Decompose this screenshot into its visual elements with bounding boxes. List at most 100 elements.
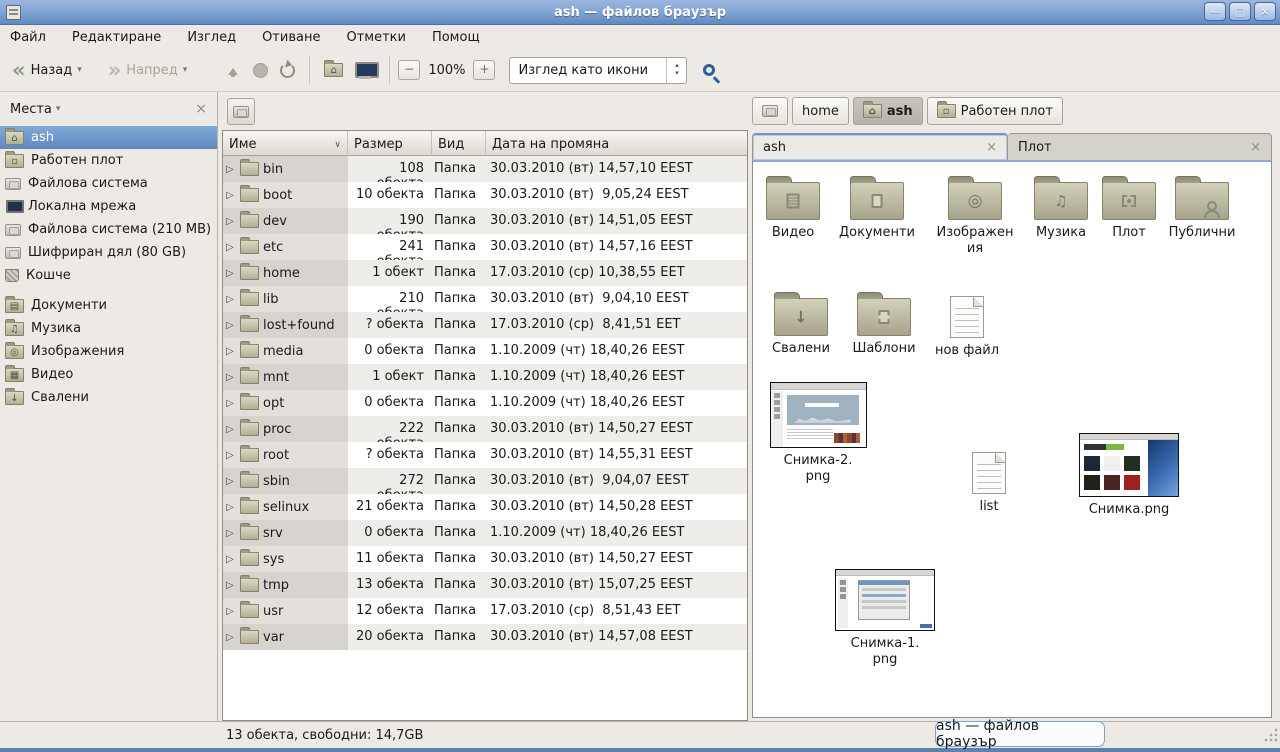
table-row[interactable]: ▷home 1 обект Папка 17.03.2010 (ср) 10,3… <box>223 260 747 286</box>
computer-button[interactable] <box>349 58 381 83</box>
menu-help[interactable]: Помощ <box>432 28 492 47</box>
forward-button[interactable]: » Напред ▾ <box>102 57 194 83</box>
menu-file[interactable]: Файл <box>10 28 58 47</box>
icon-item-snimka[interactable]: Снимка.png <box>1074 433 1184 518</box>
icon-item-new-file[interactable]: нов файл <box>925 290 1009 359</box>
tab-desktop[interactable]: Плот × <box>1008 133 1272 160</box>
expander-icon[interactable]: ▷ <box>226 216 236 227</box>
sidebar-close-icon[interactable]: × <box>195 101 207 117</box>
icon-item-public[interactable]: Публични <box>1160 174 1244 241</box>
icon-item-desktop[interactable]: Плот <box>1087 174 1171 241</box>
tree-root-button[interactable] <box>227 98 255 125</box>
minimize-button[interactable]: — <box>1204 2 1226 21</box>
icon-item-templates[interactable]: Шаблони <box>842 290 926 357</box>
sidebar-item-network[interactable]: Локална мрежа <box>0 195 217 218</box>
expander-icon[interactable]: ▷ <box>226 606 236 617</box>
expander-icon[interactable]: ▷ <box>226 580 236 591</box>
window-titlebar[interactable]: ash — файлов браузър — □ × <box>0 0 1280 25</box>
sidebar-item-downloads[interactable]: ↓ Свалени <box>0 386 217 409</box>
icon-item-pictures[interactable]: ◎ Изображения <box>933 174 1017 256</box>
expander-icon[interactable]: ▷ <box>226 294 236 305</box>
tab-close-icon[interactable]: × <box>986 140 997 155</box>
table-row[interactable]: ▷lib 210 обекта Папка 30.03.2010 (вт) 9,… <box>223 286 747 312</box>
sidebar-item-encrypted[interactable]: Шифриран дял (80 GB) <box>0 241 217 264</box>
maximize-button[interactable]: □ <box>1229 2 1251 21</box>
column-header-type[interactable]: Вид <box>432 131 486 156</box>
expander-icon[interactable]: ▷ <box>226 242 236 253</box>
sidebar-dropdown-icon[interactable]: ▾ <box>56 104 61 114</box>
table-row[interactable]: ▷sbin 272 обекта Папка 30.03.2010 (вт) 9… <box>223 468 747 494</box>
sidebar-item-filesystem[interactable]: Файлова система <box>0 172 217 195</box>
expander-icon[interactable]: ▷ <box>226 372 236 383</box>
back-dropdown-icon[interactable]: ▾ <box>77 65 82 75</box>
path-desktop-button[interactable]: ▫ Работен плот <box>927 97 1063 125</box>
zoom-out-button[interactable]: − <box>398 60 420 80</box>
path-ash-button[interactable]: ⌂ ash <box>853 97 923 125</box>
expander-icon[interactable]: ▷ <box>226 632 236 643</box>
sidebar-title[interactable]: Места <box>10 102 52 117</box>
reload-button[interactable] <box>274 59 301 82</box>
expander-icon[interactable]: ▷ <box>226 398 236 409</box>
expander-icon[interactable]: ▷ <box>226 476 236 487</box>
resize-grip[interactable] <box>1264 728 1278 742</box>
column-header-date[interactable]: Дата на промяна <box>486 131 747 156</box>
icon-item-list[interactable]: list <box>947 446 1031 515</box>
icon-item-downloads[interactable]: ↓ Свалени <box>759 290 843 357</box>
table-row[interactable]: ▷media 0 обекта Папка 1.10.2009 (чт) 18,… <box>223 338 747 364</box>
sidebar-item-filesystem-210mb[interactable]: Файлова система (210 MB) <box>0 218 217 241</box>
up-button[interactable] <box>219 58 247 82</box>
table-row[interactable]: ▷selinux 21 обекта Папка 30.03.2010 (вт)… <box>223 494 747 520</box>
table-row[interactable]: ▷tmp 13 обекта Папка 30.03.2010 (вт) 15,… <box>223 572 747 598</box>
menu-go[interactable]: Отиване <box>262 28 332 47</box>
home-button[interactable]: ⌂ <box>318 59 349 81</box>
sidebar-item-music[interactable]: ♫ Музика <box>0 317 217 340</box>
table-row[interactable]: ▷dev 190 обекта Папка 30.03.2010 (вт) 14… <box>223 208 747 234</box>
icon-item-snimka1[interactable]: Снимка-1.png <box>835 569 935 667</box>
column-header-name[interactable]: Име ∨ <box>223 131 348 156</box>
table-row[interactable]: ▷usr 12 обекта Папка 17.03.2010 (ср) 8,5… <box>223 598 747 624</box>
table-row[interactable]: ▷var 20 обекта Папка 30.03.2010 (вт) 14,… <box>223 624 747 650</box>
expander-icon[interactable]: ▷ <box>226 528 236 539</box>
expander-icon[interactable]: ▷ <box>226 346 236 357</box>
expander-icon[interactable]: ▷ <box>226 554 236 565</box>
expander-icon[interactable]: ▷ <box>226 320 236 331</box>
sidebar-item-trash[interactable]: Кошче <box>0 264 217 287</box>
menu-view[interactable]: Изглед <box>187 28 248 47</box>
tab-close-icon[interactable]: × <box>1250 140 1261 155</box>
sidebar-item-home[interactable]: ⌂ ash <box>0 126 217 149</box>
menu-edit[interactable]: Редактиране <box>72 28 173 47</box>
table-row[interactable]: ▷mnt 1 обект Папка 1.10.2009 (чт) 18,40,… <box>223 364 747 390</box>
search-icon[interactable] <box>703 64 715 76</box>
expander-icon[interactable]: ▷ <box>226 268 236 279</box>
column-header-size[interactable]: Размер <box>348 131 432 156</box>
expander-icon[interactable]: ▷ <box>226 424 236 435</box>
sidebar-item-pictures[interactable]: ◎ Изображения <box>0 340 217 363</box>
expander-icon[interactable]: ▷ <box>226 502 236 513</box>
table-row[interactable]: ▷etc 241 обекта Папка 30.03.2010 (вт) 14… <box>223 234 747 260</box>
zoom-in-button[interactable]: + <box>473 60 495 80</box>
tab-ash[interactable]: ash × <box>752 133 1008 160</box>
icon-view[interactable]: Видео Документи ◎ Изображения ♫ Музика П… <box>752 160 1272 718</box>
table-row[interactable]: ▷sys 11 обекта Папка 30.03.2010 (вт) 14,… <box>223 546 747 572</box>
table-row[interactable]: ▷srv 0 обекта Папка 1.10.2009 (чт) 18,40… <box>223 520 747 546</box>
table-row[interactable]: ▷proc 222 обекта Папка 30.03.2010 (вт) 1… <box>223 416 747 442</box>
sidebar-item-desktop[interactable]: ▫ Работен плот <box>0 149 217 172</box>
sidebar-item-video[interactable]: ▦ Видео <box>0 363 217 386</box>
sidebar-item-documents[interactable]: ▤ Документи <box>0 294 217 317</box>
icon-item-documents[interactable]: Документи <box>835 174 919 241</box>
table-row[interactable]: ▷bin 108 обекта Папка 30.03.2010 (вт) 14… <box>223 156 747 182</box>
path-home-button[interactable]: home <box>792 97 849 125</box>
combo-spinner-icon[interactable]: ▴▾ <box>666 58 686 83</box>
path-root-button[interactable] <box>752 97 788 125</box>
menu-bookmarks[interactable]: Отметки <box>346 28 417 47</box>
expander-icon[interactable]: ▷ <box>226 450 236 461</box>
table-row[interactable]: ▷boot 10 обекта Папка 30.03.2010 (вт) 9,… <box>223 182 747 208</box>
icon-item-snimka2[interactable]: Снимка-2.png <box>768 382 868 484</box>
stop-button[interactable] <box>247 59 274 82</box>
table-row[interactable]: ▷lost+found ? обекта Папка 17.03.2010 (с… <box>223 312 747 338</box>
table-row[interactable]: ▷opt 0 обекта Папка 1.10.2009 (чт) 18,40… <box>223 390 747 416</box>
back-button[interactable]: « Назад ▾ <box>6 57 88 83</box>
table-row[interactable]: ▷root ? обекта Папка 30.03.2010 (вт) 14,… <box>223 442 747 468</box>
close-button[interactable]: × <box>1254 2 1276 21</box>
view-mode-select[interactable]: Изглед като икони ▴▾ <box>509 57 687 84</box>
